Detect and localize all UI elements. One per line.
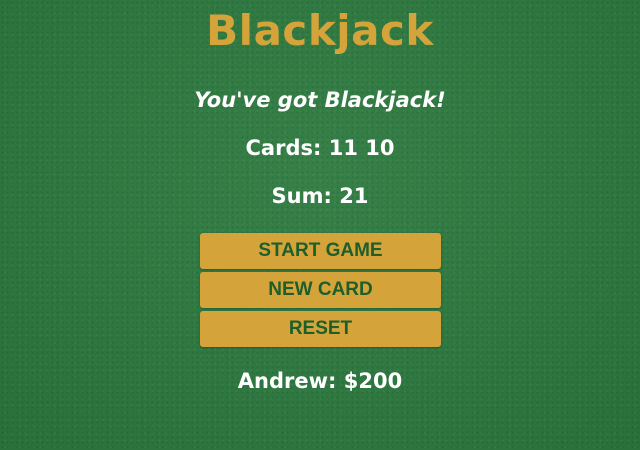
cards-label: Cards: bbox=[245, 136, 322, 160]
start-game-button[interactable]: START GAME bbox=[200, 233, 441, 269]
card-value-1: 11 bbox=[328, 136, 358, 160]
player-name-separator: : bbox=[328, 369, 344, 393]
player-chips: $200 bbox=[343, 369, 403, 393]
sum-label: Sum: bbox=[271, 184, 332, 208]
player-name: Andrew bbox=[237, 369, 329, 393]
sum-value: 21 bbox=[339, 184, 369, 208]
cards-display: Cards: 11 10 bbox=[0, 136, 640, 160]
game-title: Blackjack bbox=[206, 6, 434, 55]
sum-display: Sum: 21 bbox=[0, 184, 640, 208]
card-value-2: 10 bbox=[365, 136, 395, 160]
player-info: Andrew: $200 bbox=[0, 369, 640, 393]
game-message: You've got Blackjack! bbox=[194, 88, 446, 112]
reset-button[interactable]: RESET bbox=[200, 311, 441, 347]
new-card-button[interactable]: NEW CARD bbox=[200, 272, 441, 308]
